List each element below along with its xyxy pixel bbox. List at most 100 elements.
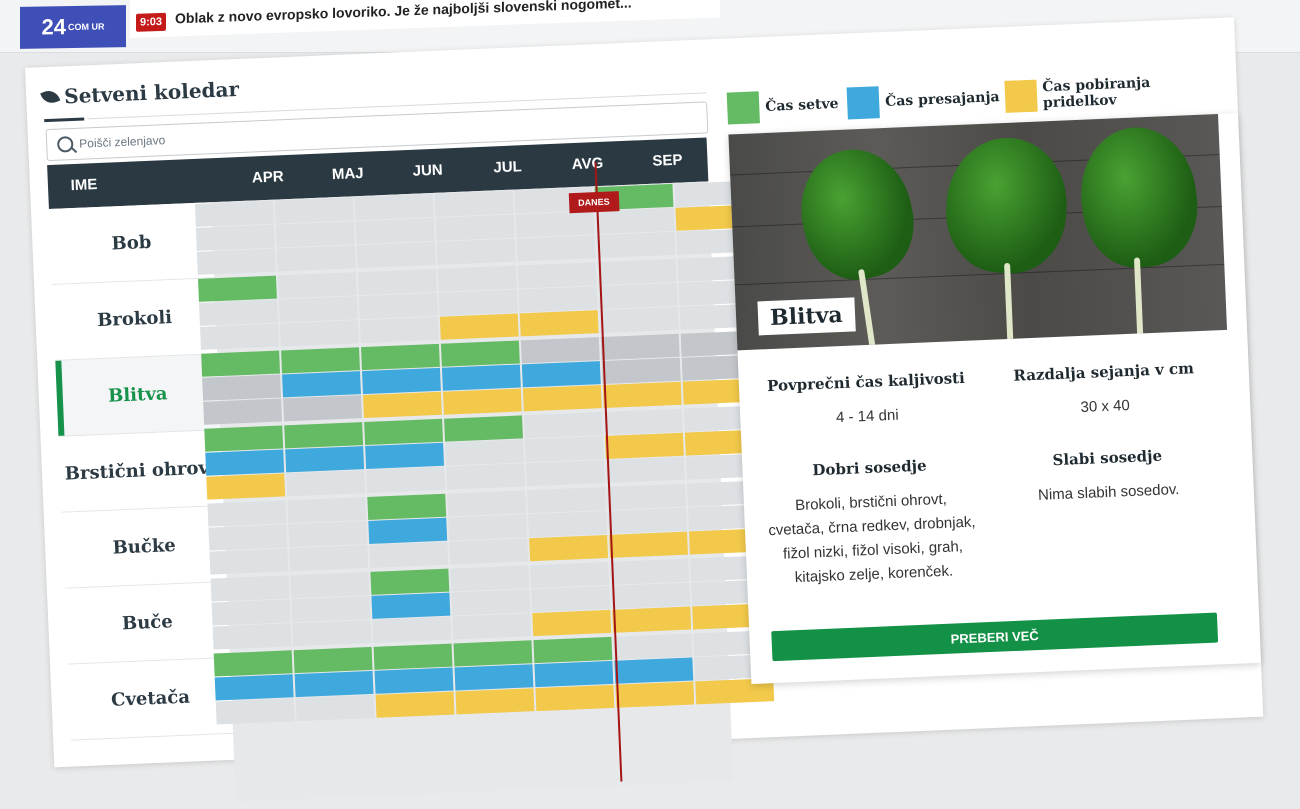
calendar-cell [447, 490, 527, 517]
calendar-cell [435, 214, 515, 241]
calendar-cell [598, 282, 678, 310]
calendar-cell [366, 466, 446, 493]
calendar-cell [291, 595, 371, 623]
vegetable-row-3[interactable]: Brstični ohrovt [58, 430, 224, 513]
calendar-cell [203, 398, 283, 425]
legend-item-1: Čas presajanja [846, 81, 1001, 120]
search-placeholder: Poišči zelenjavo [78, 133, 166, 151]
calendar-cell [357, 268, 437, 296]
calendar-cell [516, 235, 596, 262]
leaf-icon [40, 87, 61, 107]
calendar-cell [528, 510, 608, 538]
month-header-jun: JUN [412, 161, 444, 180]
calendar-cell [215, 698, 295, 725]
calendar-cell [439, 313, 519, 340]
calendar-cell [372, 616, 452, 643]
calendar-cell [607, 483, 686, 510]
calendar-cell [362, 367, 441, 395]
calendar-cell [440, 340, 520, 367]
calendar-cell [604, 432, 684, 459]
calendar-cell [212, 623, 292, 650]
legend-swatch [726, 91, 760, 125]
calendar-cell [284, 422, 364, 449]
calendar-cell [206, 473, 286, 500]
calendar-cell [532, 609, 612, 637]
calendar-cell [365, 442, 445, 470]
calendar-grid [194, 180, 775, 802]
vegetable-photo: Blitva [728, 114, 1228, 351]
calendar-cell [202, 374, 282, 401]
calendar-cell [522, 385, 602, 412]
calendar-cell [446, 463, 525, 490]
calendar-cell [454, 664, 534, 691]
calendar-cell [597, 258, 677, 286]
calendar-title: Setveni koledar [40, 77, 239, 109]
calendar-cell [527, 487, 607, 514]
calendar-cell [535, 684, 615, 712]
calendar-cell [445, 439, 524, 466]
vegetable-row-6[interactable]: Cvetača [68, 657, 234, 741]
calendar-cell [442, 388, 522, 415]
calendar-cell [602, 381, 682, 408]
calendar-cell [288, 521, 368, 548]
calendar-cell [453, 640, 533, 667]
calendar-cell [294, 670, 374, 698]
calendar-cell [281, 347, 360, 374]
calendar-cell [605, 456, 685, 483]
calendar-cell [199, 299, 278, 326]
legend-swatch [1004, 79, 1038, 113]
calendar-cell [451, 589, 531, 616]
calendar-cell [200, 323, 279, 350]
calendar-panel: Setveni koledar Poišči zelenjavo IME APR… [25, 17, 1264, 802]
calendar-cell [517, 262, 597, 289]
calendar-cell [205, 449, 285, 476]
calendar-cell [444, 415, 523, 442]
calendar-cell [210, 575, 290, 602]
vegetable-name: Blitva [757, 297, 856, 336]
calendar-cell [525, 436, 604, 463]
calendar-cell [282, 371, 361, 398]
legend-label: Čas setve [764, 95, 839, 115]
calendar-cell [293, 646, 373, 674]
calendar-cell [531, 585, 611, 613]
spacing-info: Razdalja sejanja v cm 30 x 40 [1013, 359, 1195, 417]
calendar-cell [375, 691, 455, 718]
calendar-cell [356, 241, 436, 269]
calendar-cell [533, 636, 613, 664]
calendar-cell [518, 286, 598, 313]
vegetable-row-5[interactable]: Buče [64, 581, 230, 665]
calendar-cell [283, 395, 362, 422]
calendar-cell [278, 296, 358, 323]
calendar-cell [361, 343, 440, 371]
vegetable-row-4[interactable]: Bučke [61, 506, 227, 589]
title-underline [44, 117, 85, 123]
calendar-cell [285, 446, 365, 473]
calendar-cell [438, 289, 518, 316]
calendar-cell [526, 460, 605, 487]
calendar-cell [367, 493, 447, 520]
vegetable-row-2[interactable]: Blitva [55, 354, 221, 437]
calendar-cell [201, 350, 281, 377]
calendar-cell [274, 197, 354, 224]
calendar-cell [292, 619, 372, 647]
calendar-cell [373, 643, 453, 670]
month-header-maj: MAJ [331, 164, 364, 184]
search-icon [56, 135, 74, 153]
calendar-cell [364, 418, 444, 446]
calendar-cell [207, 500, 287, 527]
calendar-cell [612, 606, 692, 633]
read-more-button[interactable]: PREBERI VEČ [771, 612, 1219, 662]
calendar-cell [599, 306, 679, 334]
calendar-cell [194, 200, 274, 227]
calendar-cell [359, 316, 439, 344]
vegetable-row-0[interactable]: Bob [48, 202, 214, 285]
calendar-cell [369, 541, 449, 568]
calendar-cell [290, 571, 370, 599]
calendar-scene: Setveni koledar Poišči zelenjavo IME APR… [22, 0, 1264, 802]
calendar-cell [214, 674, 294, 701]
calendar-cell [368, 517, 448, 544]
calendar-cell [211, 599, 291, 626]
vegetable-row-1[interactable]: Brokoli [52, 278, 218, 361]
calendar-cell [371, 592, 451, 619]
calendar-cell [530, 561, 610, 589]
